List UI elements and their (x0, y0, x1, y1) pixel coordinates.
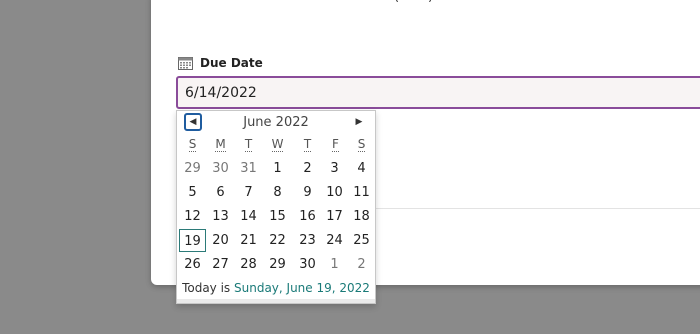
day-cell[interactable]: 28 (235, 253, 262, 276)
day-cell[interactable]: 6 (207, 181, 234, 204)
today-prefix: Today is (182, 281, 231, 295)
day-cell[interactable]: 31 (235, 157, 262, 180)
day-cell[interactable]: 18 (348, 205, 375, 228)
day-cell[interactable]: 5 (179, 181, 206, 204)
day-cell[interactable]: 15 (264, 205, 291, 228)
day-cell-today[interactable]: 19 (179, 229, 206, 252)
datepicker-popup: ◀ June 2022 ▶ S M T W T F S 29 30 31 1 2 3 4 5 6… (176, 110, 376, 304)
datepicker-footer: Today is Sunday, June 19, 2022 (177, 281, 375, 295)
day-cell[interactable]: 30 (294, 253, 321, 276)
today-link[interactable]: Sunday, June 19, 2022 (234, 281, 370, 295)
section-divider (375, 208, 700, 209)
due-date-label: Due Date (178, 54, 263, 72)
datepicker-bottom-bar (177, 299, 375, 303)
day-cell[interactable]: 1 (321, 253, 348, 276)
day-cell[interactable]: 8 (264, 181, 291, 204)
due-date-input[interactable] (176, 76, 700, 109)
day-cell[interactable]: 11 (348, 181, 375, 204)
day-cell[interactable]: 7 (235, 181, 262, 204)
day-cell[interactable]: 24 (321, 229, 348, 252)
day-cell[interactable]: 29 (264, 253, 291, 276)
day-cell[interactable]: 14 (235, 205, 262, 228)
day-cell[interactable]: 4 (348, 157, 375, 180)
day-cell[interactable]: 29 (179, 157, 206, 180)
day-cell[interactable]: 27 (207, 253, 234, 276)
day-cell[interactable]: 3 (321, 157, 348, 180)
day-cell[interactable]: 30 (207, 157, 234, 180)
due-date-label-text: Due Date (200, 56, 263, 70)
day-grid: 29 30 31 1 2 3 4 5 6 7 8 9 10 11 12 13 14 15 16 17 18 19 20 21 2… (177, 111, 375, 305)
day-cell[interactable]: 22 (264, 229, 291, 252)
day-cell[interactable]: 2 (348, 253, 375, 276)
day-cell[interactable]: 12 (179, 205, 206, 228)
day-cell[interactable]: 2 (294, 157, 321, 180)
day-cell[interactable]: 10 (321, 181, 348, 204)
day-cell[interactable]: 25 (348, 229, 375, 252)
day-cell[interactable]: 20 (207, 229, 234, 252)
day-cell[interactable]: 21 (235, 229, 262, 252)
day-cell[interactable]: 17 (321, 205, 348, 228)
calendar-icon (178, 57, 193, 70)
day-cell[interactable]: 1 (264, 157, 291, 180)
day-cell[interactable]: 16 (294, 205, 321, 228)
day-cell[interactable]: 26 (179, 253, 206, 276)
day-cell[interactable]: 23 (294, 229, 321, 252)
day-cell[interactable]: 13 (207, 205, 234, 228)
dialog-top-text: (... ...) (394, 0, 433, 4)
day-cell[interactable]: 9 (294, 181, 321, 204)
